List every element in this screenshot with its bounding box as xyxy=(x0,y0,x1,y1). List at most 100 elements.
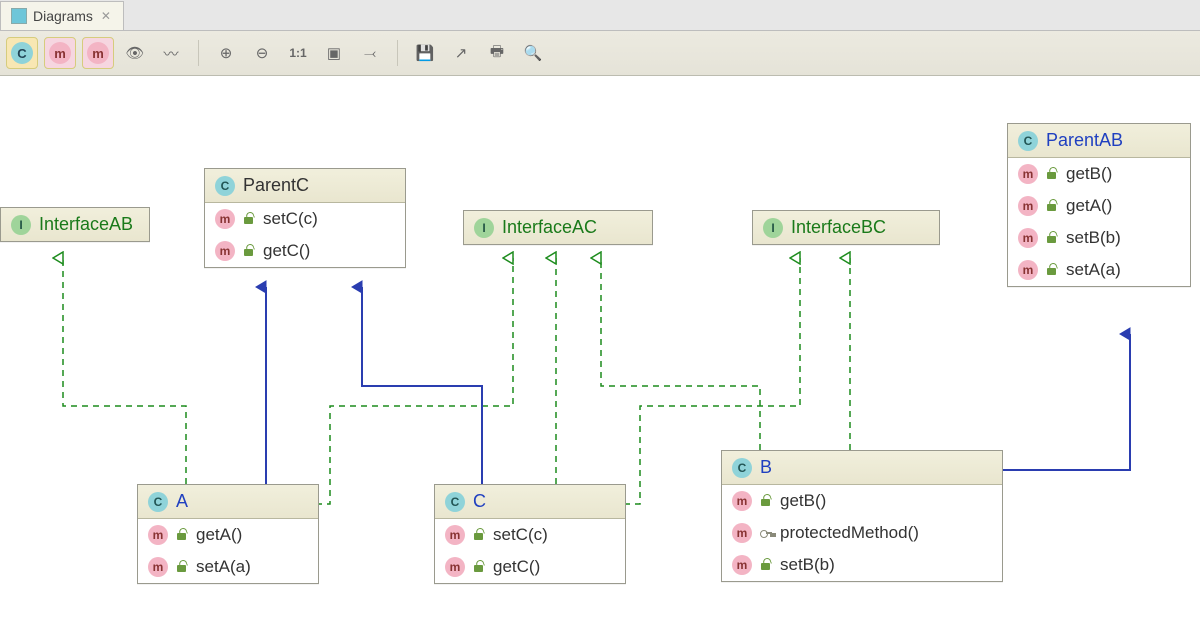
public-icon xyxy=(243,245,255,257)
method-icon: m xyxy=(215,241,235,261)
method-name: setB(b) xyxy=(1066,228,1121,248)
method-row: m protectedMethod() xyxy=(722,517,1002,549)
method-name: protectedMethod() xyxy=(780,523,919,543)
print-button[interactable]: 🖶 xyxy=(482,38,512,68)
node-b[interactable]: CB m getB() m protectedMethod() m setB(b) xyxy=(721,450,1003,582)
node-title: InterfaceBC xyxy=(791,217,886,238)
node-title: InterfaceAB xyxy=(39,214,133,235)
tab-diagrams[interactable]: Diagrams ✕ xyxy=(0,1,124,30)
actual-size-button[interactable]: 1:1 xyxy=(283,38,313,68)
export-icon: ↗ xyxy=(455,44,468,62)
curve-icon: 〰 xyxy=(163,43,178,64)
class-icon: C xyxy=(445,492,465,512)
filter-methods-button[interactable]: m xyxy=(44,37,76,69)
method-row: m getC() xyxy=(435,551,625,583)
fit-icon: ▣ xyxy=(327,44,341,62)
zoom-in-button[interactable]: ⊕ xyxy=(211,38,241,68)
interface-icon: I xyxy=(763,218,783,238)
method-name: setB(b) xyxy=(780,555,835,575)
tab-bar: Diagrams ✕ xyxy=(0,0,1200,31)
public-icon xyxy=(1046,264,1058,276)
protected-icon xyxy=(760,527,772,539)
public-icon xyxy=(1046,232,1058,244)
node-title: ParentAB xyxy=(1046,130,1123,151)
zoom-out-icon: ⊖ xyxy=(256,44,269,62)
method-icon: m xyxy=(148,557,168,577)
method-row: msetC(c) xyxy=(435,519,625,551)
diagram-canvas[interactable]: IInterfaceAB CParentC msetC(c) mgetC() I… xyxy=(0,76,1200,632)
method-row: m getA() xyxy=(138,519,318,551)
method-row: m getC() xyxy=(205,235,405,267)
node-a[interactable]: CA m getA() m setA(a) xyxy=(137,484,319,584)
filter-classes-button[interactable]: C xyxy=(6,37,38,69)
public-icon xyxy=(1046,200,1058,212)
method-icon: m xyxy=(732,555,752,575)
method-icon: m xyxy=(1018,228,1038,248)
node-title: C xyxy=(473,491,486,512)
method-icon: m xyxy=(445,557,465,577)
interface-icon: I xyxy=(11,215,31,235)
public-icon xyxy=(473,529,485,541)
method-name: setA(a) xyxy=(1066,260,1121,280)
eye-icon: 👁 xyxy=(125,44,144,62)
method-row: m setA(a) xyxy=(138,551,318,583)
close-icon[interactable]: ✕ xyxy=(99,9,113,23)
method-icon: m xyxy=(1018,196,1038,216)
toolbar-separator xyxy=(198,40,199,66)
method-name: getB() xyxy=(780,491,826,511)
public-icon xyxy=(760,559,772,571)
method-name: getB() xyxy=(1066,164,1112,184)
node-c[interactable]: CC msetC(c) m getC() xyxy=(434,484,626,584)
node-title: A xyxy=(176,491,188,512)
route-button[interactable]: ⤙ xyxy=(355,38,385,68)
node-title: B xyxy=(760,457,772,478)
method-name: getC() xyxy=(493,557,540,577)
method-name: setC(c) xyxy=(263,209,318,229)
method-icon: m xyxy=(732,523,752,543)
method-icon: m xyxy=(732,491,752,511)
show-visibility-button[interactable]: 👁 xyxy=(120,38,150,68)
public-icon xyxy=(1046,168,1058,180)
node-parentc[interactable]: CParentC msetC(c) mgetC() xyxy=(204,168,406,268)
method-name: getA() xyxy=(1066,196,1112,216)
method-row: m getB() xyxy=(722,485,1002,517)
method-icon: m xyxy=(1018,164,1038,184)
route-icon: ⤙ xyxy=(364,45,376,62)
method-row: m getB() xyxy=(1008,158,1190,190)
save-button[interactable]: 💾 xyxy=(410,38,440,68)
public-icon xyxy=(473,561,485,573)
inspect-icon: 🔍 xyxy=(524,44,543,62)
fit-button[interactable]: ▣ xyxy=(319,38,349,68)
class-icon: C xyxy=(732,458,752,478)
node-interfaceab[interactable]: I InterfaceAB xyxy=(0,207,150,242)
filter-methods2-button[interactable]: m xyxy=(82,37,114,69)
zoom-out-button[interactable]: ⊖ xyxy=(247,38,277,68)
method-icon: m xyxy=(215,209,235,229)
method-icon: m xyxy=(1018,260,1038,280)
public-icon xyxy=(243,213,255,225)
public-icon xyxy=(176,529,188,541)
method-row: m setB(b) xyxy=(1008,222,1190,254)
method-row: m getA() xyxy=(1008,190,1190,222)
node-interfacebc[interactable]: I InterfaceBC xyxy=(752,210,940,245)
public-icon xyxy=(176,561,188,573)
class-icon: C xyxy=(215,176,235,196)
method-name: getA() xyxy=(196,525,242,545)
method-row: m setA(a) xyxy=(1008,254,1190,286)
class-icon: C xyxy=(1018,131,1038,151)
interface-icon: I xyxy=(474,218,494,238)
node-interfaceac[interactable]: IInterfaceAC xyxy=(463,210,653,245)
zoom-in-icon: ⊕ xyxy=(220,44,233,62)
class-icon: C xyxy=(148,492,168,512)
node-parentab[interactable]: C ParentAB m getB() m getA() m setB(b) m setA… xyxy=(1007,123,1191,287)
layout-button[interactable]: 〰 xyxy=(156,38,186,68)
export-button[interactable]: ↗ xyxy=(446,38,476,68)
save-icon: 💾 xyxy=(416,44,435,62)
inspect-button[interactable]: 🔍 xyxy=(518,38,548,68)
toolbar-separator xyxy=(397,40,398,66)
method-icon: m xyxy=(148,525,168,545)
method-name: getC() xyxy=(263,241,310,261)
method-name: setA(a) xyxy=(196,557,251,577)
one-to-one-icon: 1:1 xyxy=(289,46,306,60)
method-name: setC(c) xyxy=(493,525,548,545)
